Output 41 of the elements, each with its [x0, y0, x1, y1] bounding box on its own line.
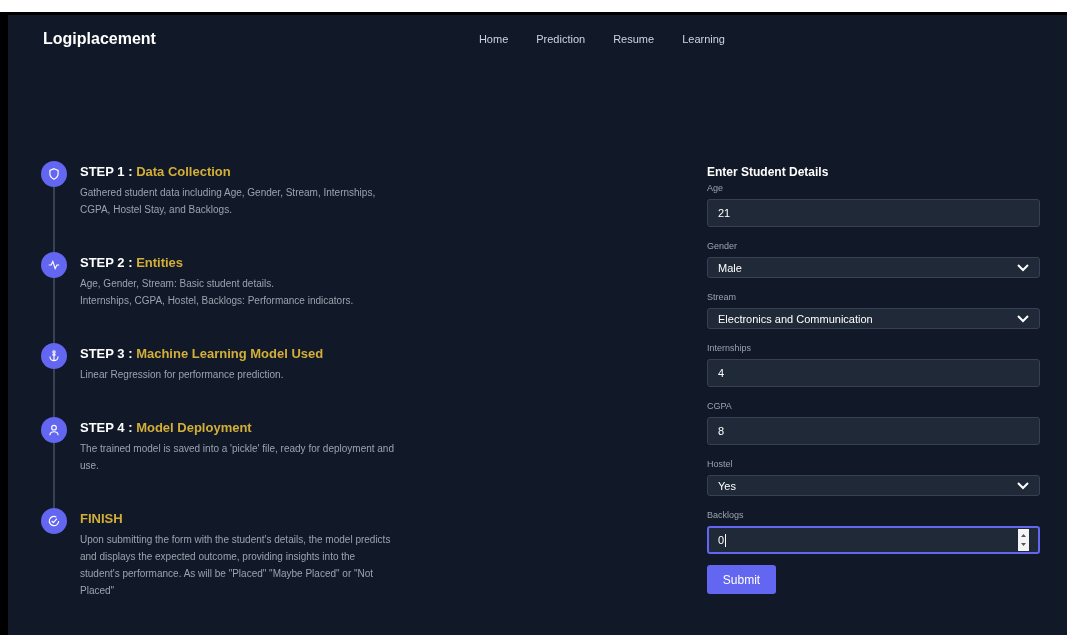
submit-button[interactable]: Submit: [707, 565, 776, 594]
field-label: Stream: [707, 292, 737, 303]
dropdown-field[interactable]: Male: [707, 257, 1040, 278]
form-heading: Enter Student Details: [707, 165, 830, 179]
step-description: Age, Gender, Stream: Basic student details.: [80, 277, 275, 291]
step-description: The trained model is saved into a 'pickle' file, ready for deployment and use.: [80, 442, 395, 473]
step-description: Linear Regression for performance prediction.: [80, 368, 285, 382]
chevron-icon: [1017, 314, 1029, 323]
dropdown-field[interactable]: Electronics and Communication: [707, 308, 1040, 329]
step-icon: [41, 417, 67, 443]
nav-link[interactable]: Home: [478, 33, 509, 45]
field-label: Gender: [707, 241, 739, 252]
step-title: STEP 4 : Model Deployment: [80, 419, 253, 437]
spinner-icon[interactable]: [1018, 529, 1029, 551]
input-field[interactable]: 4: [707, 359, 1040, 387]
step-title: STEP 3 : Machine Learning Model Used: [80, 345, 325, 363]
step-description: Gathered student data including Age, Gender, Stream, Internships, CGPA, Hostel Stay, and Backlogs.: [80, 186, 377, 217]
chevron-icon: [1017, 481, 1029, 490]
brand-name[interactable]: Logiplacement: [43, 29, 156, 49]
field-label: CGPA: [707, 401, 733, 412]
step-icon: [41, 343, 67, 369]
nav-link[interactable]: Learning: [682, 33, 725, 45]
input-field[interactable]: 8: [707, 417, 1040, 445]
field-label: Age: [707, 183, 724, 194]
field-label: Internships: [707, 343, 753, 354]
step-title: FINISH: [80, 510, 124, 528]
step-icon: [41, 252, 67, 278]
step-icon: [41, 161, 67, 187]
chevron-icon: [1017, 263, 1029, 272]
step-title: STEP 2 : Entities: [80, 254, 185, 272]
input-field[interactable]: 21: [707, 199, 1040, 227]
step-icon: [41, 508, 67, 534]
step-description: Internships, CGPA, Hostel, Backlogs: Performance indicators.: [80, 294, 355, 308]
nav-link[interactable]: Resume: [613, 33, 655, 45]
field-label: Hostel: [707, 459, 734, 470]
input-field[interactable]: 0: [707, 526, 1040, 554]
step-title: STEP 1 : Data Collection: [80, 163, 232, 181]
nav-link[interactable]: Prediction: [536, 33, 586, 45]
step-description: Upon submitting the form with the student's details, the model predicts and displays the expected outcome, providing insights into the student's performance. As will be "Placed" "Maybe Placed" or "Not Placed": [80, 533, 392, 598]
field-label: Backlogs: [707, 510, 745, 521]
dropdown-field[interactable]: Yes: [707, 475, 1040, 496]
